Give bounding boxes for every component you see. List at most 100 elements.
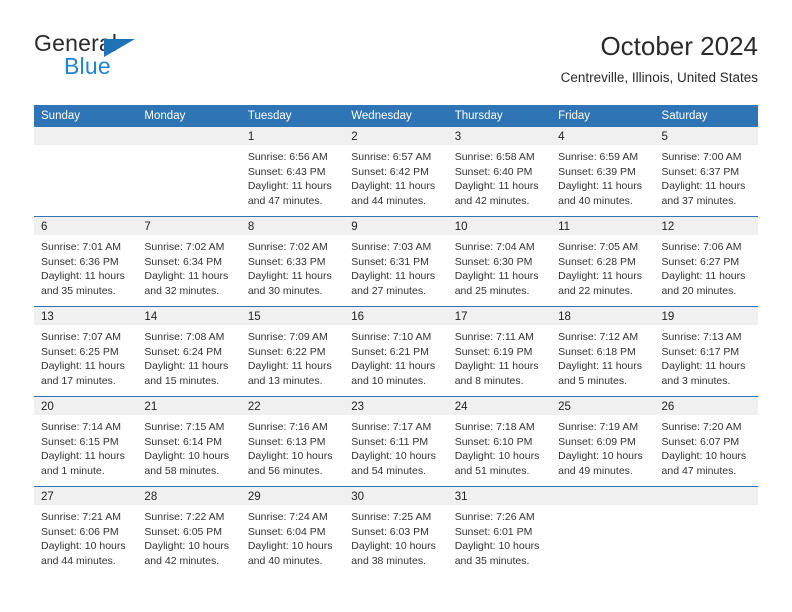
sunrise-text: Sunrise: 7:21 AM xyxy=(41,511,121,523)
calendar-cell-inner: 27 Sunrise: 7:21 AM Sunset: 6:06 PM Dayligh… xyxy=(34,487,138,576)
calendar-day-cell[interactable]: 15 Sunrise: 7:09 AM Sunset: 6:22 PM Dayligh… xyxy=(240,306,345,397)
calendar-day-cell[interactable]: 22 Sunrise: 7:16 AM Sunset: 6:13 PM Dayligh… xyxy=(240,396,345,487)
calendar-day-cell[interactable]: 26 Sunrise: 7:20 AM Sunset: 6:07 PM Dayligh… xyxy=(654,396,758,487)
sunset-text: Sunset: 6:04 PM xyxy=(247,525,326,538)
calendar-cell-empty xyxy=(551,486,655,576)
daylight-text-line2: and 17 minutes. xyxy=(41,374,116,387)
daylight-text-line1: Daylight: 11 hours xyxy=(144,360,229,373)
daylight-text-line1: Daylight: 10 hours xyxy=(454,540,540,553)
sunrise-text: Sunrise: 7:02 AM xyxy=(144,241,225,253)
daylight-text-line2: and 40 minutes. xyxy=(558,194,633,207)
calendar-day-cell[interactable]: 9 Sunrise: 7:03 AM Sunset: 6:31 PM Daylight… xyxy=(344,216,448,307)
calendar-day-cell[interactable]: 30 Sunrise: 7:25 AM Sunset: 6:03 PM Dayligh… xyxy=(344,486,448,576)
calendar-cell-inner: 19 Sunrise: 7:13 AM Sunset: 6:17 PM Dayligh… xyxy=(654,307,758,396)
day-details: Sunrise: 7:12 AM Sunset: 6:18 PM Daylight:… xyxy=(551,325,654,388)
calendar-week-row: 27 Sunrise: 7:21 AM Sunset: 6:06 PM Dayligh… xyxy=(34,486,758,576)
daylight-text-line2: and 1 minute. xyxy=(41,464,105,477)
day-details: Sunrise: 7:01 AM Sunset: 6:36 PM Daylight:… xyxy=(34,235,137,298)
day-details: Sunrise: 7:02 AM Sunset: 6:33 PM Daylight:… xyxy=(241,235,344,298)
calendar-day-cell[interactable]: 24 Sunrise: 7:18 AM Sunset: 6:10 PM Dayligh… xyxy=(447,396,552,487)
day-details: Sunrise: 7:25 AM Sunset: 6:03 PM Daylight:… xyxy=(344,505,447,568)
calendar-day-cell[interactable]: 16 Sunrise: 7:10 AM Sunset: 6:21 PM Dayligh… xyxy=(344,306,448,397)
sunset-text: Sunset: 6:07 PM xyxy=(661,435,740,448)
day-details: Sunrise: 7:21 AM Sunset: 6:06 PM Daylight:… xyxy=(34,505,137,568)
calendar-day-cell[interactable]: 10 Sunrise: 7:04 AM Sunset: 6:30 PM Dayligh… xyxy=(447,216,552,307)
day-details: Sunrise: 7:18 AM Sunset: 6:10 PM Daylight:… xyxy=(448,415,551,478)
calendar-day-cell[interactable]: 27 Sunrise: 7:21 AM Sunset: 6:06 PM Dayligh… xyxy=(34,486,138,576)
daylight-text-line2: and 58 minutes. xyxy=(144,464,220,477)
daylight-text-line1: Daylight: 11 hours xyxy=(351,180,436,193)
day-number: 11 xyxy=(551,217,655,235)
calendar-cell-inner: 31 Sunrise: 7:26 AM Sunset: 6:01 PM Dayligh… xyxy=(447,487,552,576)
calendar-day-cell[interactable]: 5 Sunrise: 7:00 AM Sunset: 6:37 PM Daylight… xyxy=(654,127,758,217)
calendar-cell-inner: 22 Sunrise: 7:16 AM Sunset: 6:13 PM Dayligh… xyxy=(240,397,345,486)
calendar-day-cell[interactable]: 13 Sunrise: 7:07 AM Sunset: 6:25 PM Dayligh… xyxy=(34,306,138,397)
day-number: 15 xyxy=(240,307,345,325)
day-details: Sunrise: 7:06 AM Sunset: 6:27 PM Daylight:… xyxy=(655,235,758,298)
calendar-day-cell[interactable]: 1 Sunrise: 6:56 AM Sunset: 6:43 PM Daylight… xyxy=(240,127,345,217)
calendar-day-cell[interactable]: 2 Sunrise: 6:57 AM Sunset: 6:42 PM Daylight… xyxy=(344,127,448,217)
sunrise-text: Sunrise: 7:25 AM xyxy=(351,511,432,523)
calendar-day-cell[interactable]: 31 Sunrise: 7:26 AM Sunset: 6:01 PM Dayligh… xyxy=(447,486,552,576)
calendar-day-cell[interactable]: 29 Sunrise: 7:24 AM Sunset: 6:04 PM Dayligh… xyxy=(240,486,345,576)
day-number xyxy=(551,487,655,505)
calendar-day-cell[interactable]: 25 Sunrise: 7:19 AM Sunset: 6:09 PM Dayligh… xyxy=(551,396,655,487)
calendar-cell-empty xyxy=(137,127,241,217)
calendar-day-cell[interactable]: 18 Sunrise: 7:12 AM Sunset: 6:18 PM Dayligh… xyxy=(551,306,655,397)
daylight-text-line2: and 42 minutes. xyxy=(454,194,530,207)
calendar-week-row: 20 Sunrise: 7:14 AM Sunset: 6:15 PM Dayligh… xyxy=(34,396,758,487)
daylight-text-line1: Daylight: 10 hours xyxy=(351,450,436,463)
calendar-cell-inner: 24 Sunrise: 7:18 AM Sunset: 6:10 PM Dayligh… xyxy=(447,397,552,486)
day-number: 6 xyxy=(34,217,138,235)
calendar-day-cell[interactable]: 12 Sunrise: 7:06 AM Sunset: 6:27 PM Dayligh… xyxy=(654,216,758,307)
calendar-day-cell[interactable]: 20 Sunrise: 7:14 AM Sunset: 6:15 PM Dayligh… xyxy=(34,396,138,487)
daylight-text-line1: Daylight: 10 hours xyxy=(247,450,333,463)
daylight-text-line2: and 47 minutes. xyxy=(661,464,737,477)
calendar-body: 1 Sunrise: 6:56 AM Sunset: 6:43 PM Daylight… xyxy=(34,127,758,576)
day-number: 18 xyxy=(551,307,655,325)
calendar-cell-inner: 1 Sunrise: 6:56 AM Sunset: 6:43 PM Daylight… xyxy=(240,127,345,216)
day-number: 16 xyxy=(344,307,448,325)
calendar-day-cell[interactable]: 3 Sunrise: 6:58 AM Sunset: 6:40 PM Daylight… xyxy=(447,127,552,217)
daylight-text-line1: Daylight: 11 hours xyxy=(558,180,642,193)
daylight-text-line2: and 51 minutes. xyxy=(454,464,530,477)
day-number: 26 xyxy=(654,397,758,415)
calendar-cell-inner: 25 Sunrise: 7:19 AM Sunset: 6:09 PM Dayligh… xyxy=(551,397,655,486)
calendar-cell-inner: 23 Sunrise: 7:17 AM Sunset: 6:11 PM Dayligh… xyxy=(344,397,448,486)
day-details: Sunrise: 7:04 AM Sunset: 6:30 PM Daylight:… xyxy=(448,235,551,298)
calendar-day-cell[interactable]: 28 Sunrise: 7:22 AM Sunset: 6:05 PM Dayligh… xyxy=(137,486,241,576)
sunset-text: Sunset: 6:42 PM xyxy=(351,165,429,178)
calendar-day-cell[interactable]: 21 Sunrise: 7:15 AM Sunset: 6:14 PM Dayligh… xyxy=(137,396,241,487)
calendar-day-cell[interactable]: 7 Sunrise: 7:02 AM Sunset: 6:34 PM Daylight… xyxy=(137,216,241,307)
calendar-day-cell[interactable]: 19 Sunrise: 7:13 AM Sunset: 6:17 PM Dayligh… xyxy=(654,306,758,397)
daylight-text-line2: and 22 minutes. xyxy=(558,284,633,297)
sunset-text: Sunset: 6:28 PM xyxy=(558,255,636,268)
sunrise-text: Sunrise: 7:02 AM xyxy=(247,241,328,253)
calendar-cell-inner: 13 Sunrise: 7:07 AM Sunset: 6:25 PM Dayligh… xyxy=(34,307,138,396)
sunrise-text: Sunrise: 7:10 AM xyxy=(351,331,432,343)
daylight-text-line1: Daylight: 10 hours xyxy=(41,540,126,553)
sunset-text: Sunset: 6:06 PM xyxy=(41,525,119,538)
day-details: Sunrise: 7:05 AM Sunset: 6:28 PM Daylight:… xyxy=(551,235,654,298)
daylight-text-line1: Daylight: 10 hours xyxy=(661,450,747,463)
daylight-text-line2: and 25 minutes. xyxy=(454,284,530,297)
sunset-text: Sunset: 6:39 PM xyxy=(558,165,636,178)
calendar-day-cell[interactable]: 11 Sunrise: 7:05 AM Sunset: 6:28 PM Dayligh… xyxy=(551,216,655,307)
calendar-day-cell[interactable]: 23 Sunrise: 7:17 AM Sunset: 6:11 PM Dayligh… xyxy=(344,396,448,487)
daylight-text-line1: Daylight: 11 hours xyxy=(41,450,125,463)
calendar-day-cell[interactable]: 6 Sunrise: 7:01 AM Sunset: 6:36 PM Daylight… xyxy=(34,216,138,307)
sunrise-text: Sunrise: 7:13 AM xyxy=(661,331,742,343)
page-subtitle: Centreville, Illinois, United States xyxy=(560,70,758,85)
day-number: 9 xyxy=(344,217,448,235)
calendar-day-cell[interactable]: 14 Sunrise: 7:08 AM Sunset: 6:24 PM Dayligh… xyxy=(137,306,241,397)
day-details: Sunrise: 7:07 AM Sunset: 6:25 PM Daylight:… xyxy=(34,325,137,388)
day-number: 22 xyxy=(240,397,345,415)
daylight-text-line2: and 56 minutes. xyxy=(247,464,323,477)
calendar-cell-empty xyxy=(654,486,758,576)
sunrise-text: Sunrise: 6:58 AM xyxy=(454,151,535,163)
calendar-day-cell[interactable]: 4 Sunrise: 6:59 AM Sunset: 6:39 PM Daylight… xyxy=(551,127,655,217)
calendar-day-cell[interactable]: 8 Sunrise: 7:02 AM Sunset: 6:33 PM Daylight… xyxy=(240,216,345,307)
sunrise-text: Sunrise: 7:03 AM xyxy=(351,241,432,253)
calendar-day-cell[interactable]: 17 Sunrise: 7:11 AM Sunset: 6:19 PM Dayligh… xyxy=(447,306,552,397)
day-details: Sunrise: 7:17 AM Sunset: 6:11 PM Daylight:… xyxy=(344,415,447,478)
